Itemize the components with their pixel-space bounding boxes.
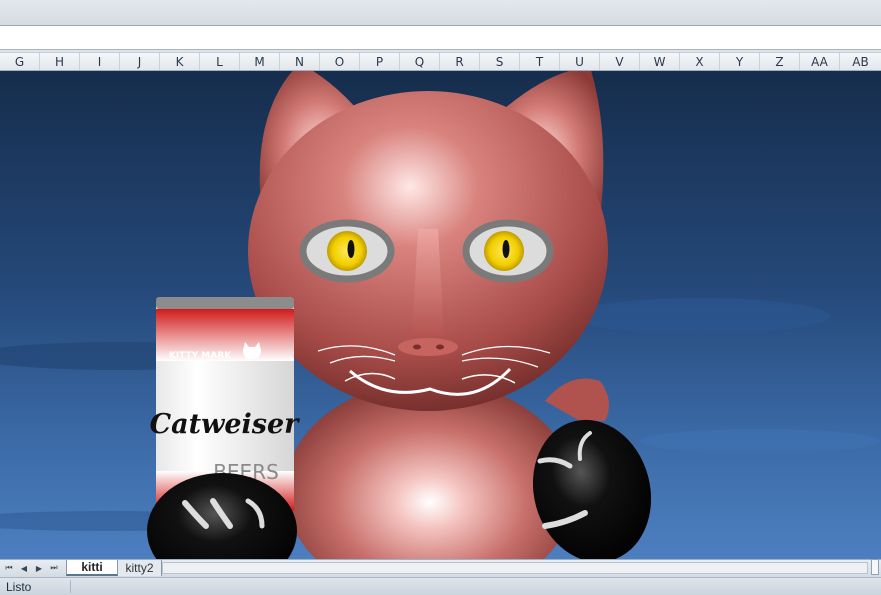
next-sheet-icon[interactable]: ▶ xyxy=(32,561,46,575)
column-header[interactable]: S xyxy=(480,53,520,70)
column-header[interactable]: X xyxy=(680,53,720,70)
status-bar: Listo xyxy=(0,577,881,595)
column-header[interactable]: AA xyxy=(800,53,840,70)
formula-bar[interactable] xyxy=(0,26,881,50)
column-header[interactable]: Y xyxy=(720,53,760,70)
cat-nostril-right xyxy=(436,344,444,350)
ribbon-edge xyxy=(0,0,881,26)
column-header[interactable]: H xyxy=(40,53,80,70)
column-header[interactable]: I xyxy=(80,53,120,70)
column-header[interactable]: T xyxy=(520,53,560,70)
prev-sheet-icon[interactable]: ◀ xyxy=(17,561,31,575)
cat-drawing: KITTY MARK Catweiser BEERS xyxy=(0,71,880,559)
cloud-shape xyxy=(570,298,830,334)
column-header[interactable]: K xyxy=(160,53,200,70)
column-header[interactable]: O xyxy=(320,53,360,70)
column-header[interactable]: J xyxy=(120,53,160,70)
horizontal-scrollbar[interactable] xyxy=(162,562,868,574)
cat-iris-left xyxy=(327,231,367,271)
cat-nose xyxy=(398,338,458,356)
column-header[interactable]: U xyxy=(560,53,600,70)
column-header[interactable]: P xyxy=(360,53,400,70)
can-brand-name: Catweiser xyxy=(150,409,301,440)
sheet-tab-kitti[interactable]: kitti xyxy=(66,560,118,576)
column-header[interactable]: AB xyxy=(840,53,881,70)
column-header[interactable]: V xyxy=(600,53,640,70)
scrollbar-handle[interactable] xyxy=(871,559,879,575)
can-brand-top: KITTY MARK xyxy=(169,351,232,361)
can-rim xyxy=(156,297,294,309)
sheet-tab-kitty2[interactable]: kitty2 xyxy=(118,560,162,576)
sheet-tabs-bar: ⏮ ◀ ▶ ⏭ kitti kitty2 xyxy=(0,559,881,577)
column-header[interactable]: N xyxy=(280,53,320,70)
column-header[interactable]: R xyxy=(440,53,480,70)
sheet-canvas[interactable]: KITTY MARK Catweiser BEERS xyxy=(0,71,881,559)
column-header[interactable]: M xyxy=(240,53,280,70)
column-header[interactable]: W xyxy=(640,53,680,70)
column-header[interactable]: G xyxy=(0,53,40,70)
status-text: Listo xyxy=(6,580,32,594)
status-separator xyxy=(70,580,71,593)
column-header-row: G H I J K L M N O P Q R S T U V W X Y Z … xyxy=(0,52,881,71)
first-sheet-icon[interactable]: ⏮ xyxy=(2,561,16,575)
cat-nostril-left xyxy=(413,344,421,350)
column-header[interactable]: Z xyxy=(760,53,800,70)
column-header[interactable]: Q xyxy=(400,53,440,70)
cat-pupil-left xyxy=(347,240,355,258)
cat-pupil-right xyxy=(502,240,510,258)
last-sheet-icon[interactable]: ⏭ xyxy=(47,561,61,575)
cloud-shape xyxy=(640,429,880,453)
column-header[interactable]: L xyxy=(200,53,240,70)
cat-arm xyxy=(545,378,609,421)
